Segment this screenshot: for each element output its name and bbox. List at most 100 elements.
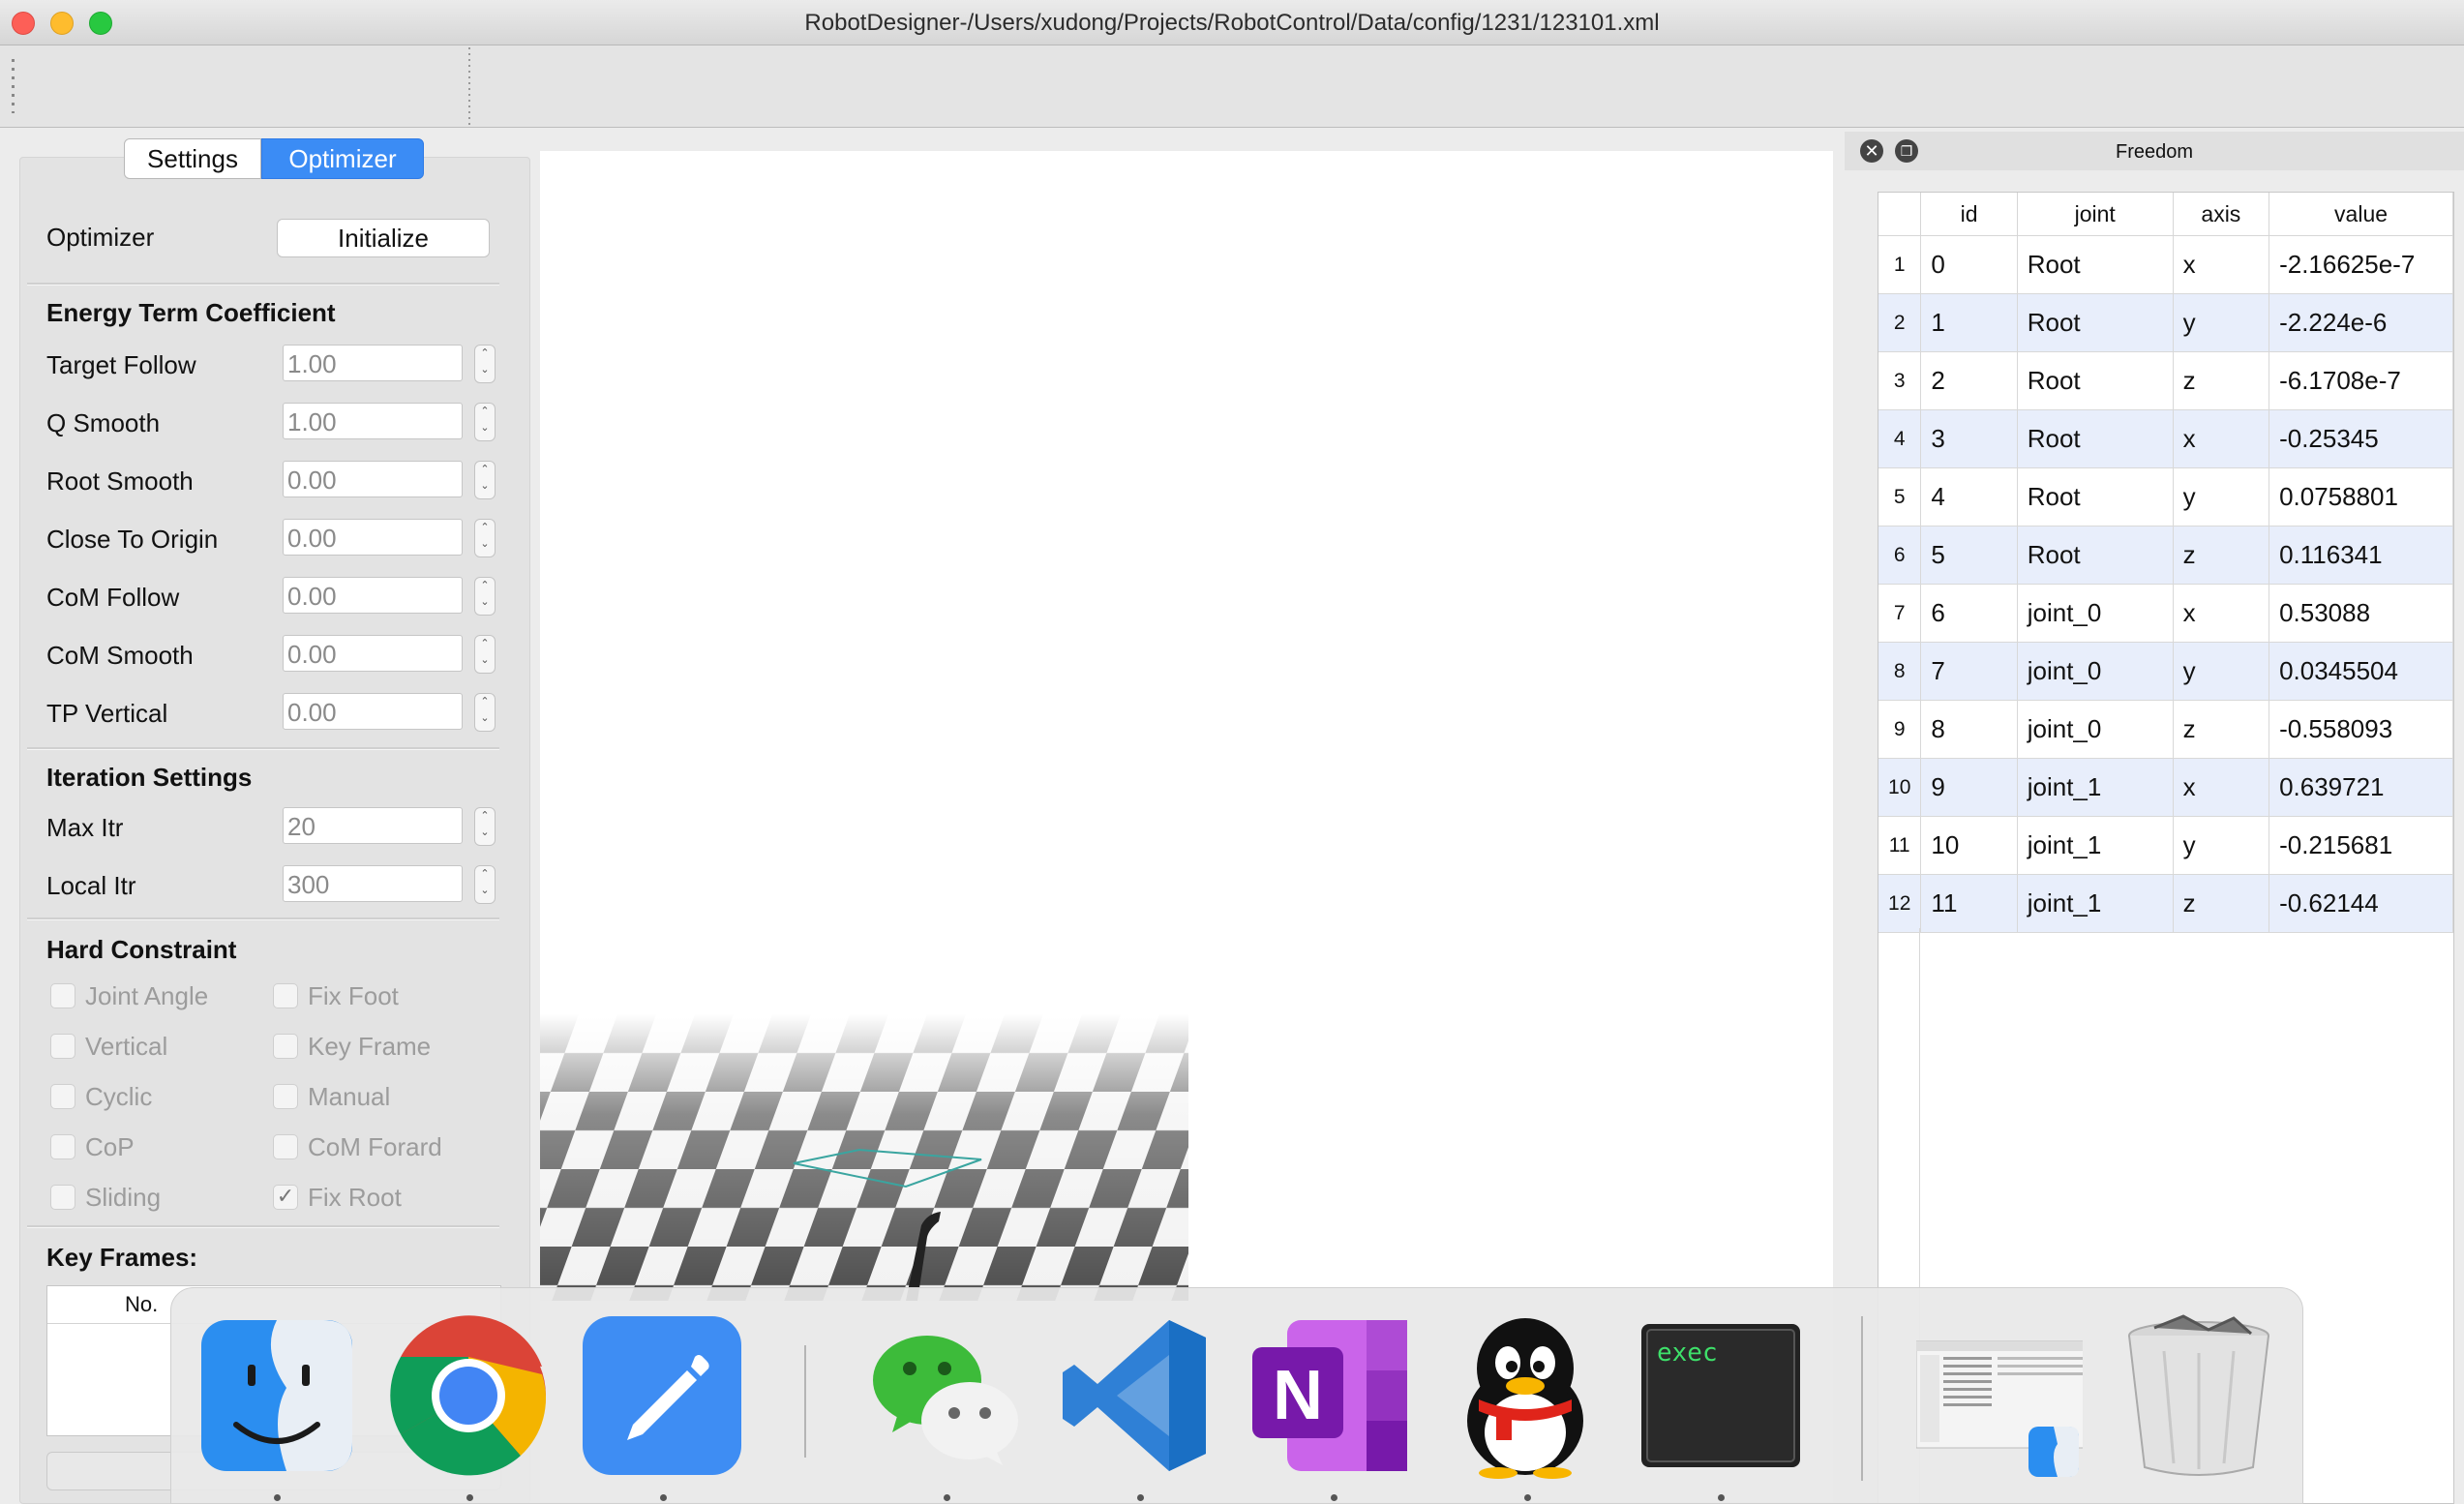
id-cell[interactable]: 11 (1920, 874, 2018, 933)
spinbox-stepper[interactable]: ⌃ ⌄ (474, 577, 496, 616)
table-row[interactable]: 4 3 Root x -0.25345 (1878, 409, 2453, 468)
joint-cell[interactable]: joint_1 (2017, 874, 2174, 933)
chrome-icon[interactable] (385, 1312, 552, 1479)
id-cell[interactable]: 3 (1920, 409, 2018, 468)
wechat-icon[interactable] (859, 1312, 1026, 1479)
value-cell[interactable]: -0.25345 (2269, 409, 2453, 468)
id-cell[interactable]: 4 (1920, 467, 2018, 526)
axis-cell[interactable]: x (2173, 584, 2270, 643)
spinbox-stepper[interactable]: ⌃ ⌄ (474, 807, 496, 846)
joint-cell[interactable]: joint_1 (2017, 758, 2174, 817)
id-cell[interactable]: 0 (1920, 235, 2018, 294)
cyclic-checkbox[interactable] (50, 1084, 75, 1109)
joint-cell[interactable]: Root (2017, 526, 2174, 585)
axis-cell[interactable]: x (2173, 758, 2270, 817)
finder-window-icon[interactable] (1916, 1312, 2083, 1479)
joint-cell[interactable]: joint_0 (2017, 642, 2174, 701)
table-row[interactable]: 6 5 Root z 0.116341 (1878, 526, 2453, 585)
fix-foot-checkbox[interactable] (273, 983, 298, 1008)
spinbox-stepper[interactable]: ⌃ ⌄ (474, 345, 496, 383)
value-cell[interactable]: 0.116341 (2269, 526, 2453, 585)
column-header-id[interactable]: id (1920, 193, 2018, 236)
com-smooth-input[interactable]: 0.00 (283, 635, 463, 672)
tp-vertical-input[interactable]: 0.00 (283, 693, 463, 730)
id-cell[interactable]: 7 (1920, 642, 2018, 701)
value-cell[interactable]: -0.215681 (2269, 816, 2453, 875)
table-row[interactable]: 11 10 joint_1 y -0.215681 (1878, 816, 2453, 875)
trash-icon[interactable] (2116, 1312, 2282, 1479)
joint-cell[interactable]: Root (2017, 409, 2174, 468)
toolbar-grip[interactable] (12, 59, 15, 113)
local-itr-input[interactable]: 300 (283, 865, 463, 902)
axis-cell[interactable]: y (2173, 467, 2270, 526)
joint-cell[interactable]: joint_0 (2017, 584, 2174, 643)
vscode-icon[interactable] (1055, 1312, 1221, 1479)
joint-angle-checkbox[interactable] (50, 983, 75, 1008)
table-row[interactable]: 7 6 joint_0 x 0.53088 (1878, 584, 2453, 643)
table-row[interactable]: 9 8 joint_0 z -0.558093 (1878, 700, 2453, 759)
value-cell[interactable]: -0.62144 (2269, 874, 2453, 933)
id-cell[interactable]: 6 (1920, 584, 2018, 643)
sliding-checkbox[interactable] (50, 1185, 75, 1210)
table-row[interactable]: 1 0 Root x -2.16625e-7 (1878, 235, 2453, 294)
qq-icon[interactable] (1442, 1312, 1608, 1479)
value-cell[interactable]: 0.639721 (2269, 758, 2453, 817)
notes-icon[interactable] (579, 1312, 745, 1479)
axis-cell[interactable]: z (2173, 351, 2270, 410)
table-row[interactable]: 12 11 joint_1 z -0.62144 (1878, 874, 2453, 933)
tab-optimizer[interactable]: Optimizer (261, 138, 424, 179)
table-row[interactable]: 2 1 Root y -2.224e-6 (1878, 293, 2453, 352)
value-cell[interactable]: 0.0758801 (2269, 467, 2453, 526)
value-cell[interactable]: -6.1708e-7 (2269, 351, 2453, 410)
id-cell[interactable]: 2 (1920, 351, 2018, 410)
table-row[interactable]: 3 2 Root z -6.1708e-7 (1878, 351, 2453, 410)
value-cell[interactable]: 0.0345504 (2269, 642, 2453, 701)
cop-checkbox[interactable] (50, 1134, 75, 1159)
table-row[interactable]: 5 4 Root y 0.0758801 (1878, 467, 2453, 526)
joint-cell[interactable]: joint_1 (2017, 816, 2174, 875)
joint-cell[interactable]: Root (2017, 351, 2174, 410)
value-cell[interactable]: -2.16625e-7 (2269, 235, 2453, 294)
id-cell[interactable]: 1 (1920, 293, 2018, 352)
axis-cell[interactable]: z (2173, 526, 2270, 585)
initialize-button[interactable]: Initialize (277, 219, 490, 257)
spinbox-stepper[interactable]: ⌃ ⌄ (474, 635, 496, 674)
spinbox-stepper[interactable]: ⌃ ⌄ (474, 519, 496, 557)
value-cell[interactable]: -0.558093 (2269, 700, 2453, 759)
target-follow-input[interactable]: 1.00 (283, 345, 463, 381)
onenote-icon[interactable]: N (1248, 1312, 1415, 1479)
id-cell[interactable]: 9 (1920, 758, 2018, 817)
id-cell[interactable]: 10 (1920, 816, 2018, 875)
axis-cell[interactable]: x (2173, 409, 2270, 468)
joint-cell[interactable]: joint_0 (2017, 700, 2174, 759)
value-cell[interactable]: -2.224e-6 (2269, 293, 2453, 352)
id-cell[interactable]: 8 (1920, 700, 2018, 759)
manual-checkbox[interactable] (273, 1084, 298, 1109)
spinbox-stepper[interactable]: ⌃ ⌄ (474, 461, 496, 499)
spinbox-stepper[interactable]: ⌃ ⌄ (474, 865, 496, 904)
id-cell[interactable]: 5 (1920, 526, 2018, 585)
axis-cell[interactable]: y (2173, 816, 2270, 875)
fix-root-checkbox[interactable]: ✓ (273, 1185, 298, 1210)
vertical-checkbox[interactable] (50, 1034, 75, 1059)
table-row[interactable]: 8 7 joint_0 y 0.0345504 (1878, 642, 2453, 701)
axis-cell[interactable]: z (2173, 874, 2270, 933)
axis-cell[interactable]: y (2173, 642, 2270, 701)
column-header-value[interactable]: value (2269, 193, 2453, 236)
close-to-origin-input[interactable]: 0.00 (283, 519, 463, 556)
value-cell[interactable]: 0.53088 (2269, 584, 2453, 643)
q-smooth-input[interactable]: 1.00 (283, 403, 463, 439)
joint-cell[interactable]: Root (2017, 293, 2174, 352)
column-header-axis[interactable]: axis (2173, 193, 2270, 236)
com-follow-input[interactable]: 0.00 (283, 577, 463, 614)
axis-cell[interactable]: z (2173, 700, 2270, 759)
root-smooth-input[interactable]: 0.00 (283, 461, 463, 497)
terminal-icon[interactable]: exec (1638, 1312, 1804, 1479)
com-forard-checkbox[interactable] (273, 1134, 298, 1159)
joint-cell[interactable]: Root (2017, 467, 2174, 526)
axis-cell[interactable]: x (2173, 235, 2270, 294)
axis-cell[interactable]: y (2173, 293, 2270, 352)
key-frame-checkbox[interactable] (273, 1034, 298, 1059)
column-header-joint[interactable]: joint (2017, 193, 2174, 236)
table-row[interactable]: 10 9 joint_1 x 0.639721 (1878, 758, 2453, 817)
